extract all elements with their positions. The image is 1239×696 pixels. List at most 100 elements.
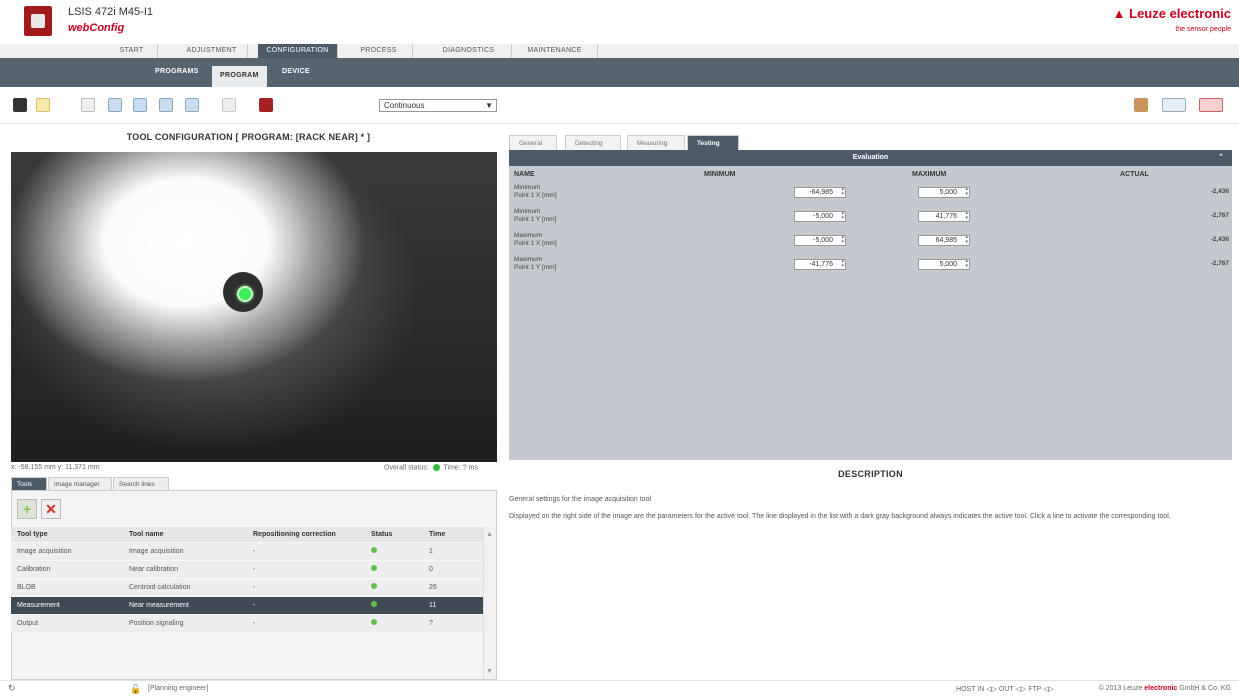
tab-search-lines[interactable]: Search lines (113, 477, 169, 490)
actual-value: -2,767 (1210, 260, 1229, 267)
scroll-down-icon[interactable]: ▼ (486, 668, 493, 675)
camera-icon[interactable] (13, 98, 27, 112)
table-row[interactable]: Image acquisition Image acquisition - 1 (11, 541, 483, 560)
table-row-selected[interactable]: Measurement Near measurement - 11 (11, 595, 483, 614)
tool-name-cell: Centroid calculation (123, 577, 247, 596)
tool-type-cell: Measurement (11, 595, 123, 614)
link-icon[interactable] (222, 98, 236, 112)
status-ok-icon (371, 547, 377, 553)
subnav-program[interactable]: PROGRAM (212, 66, 267, 87)
evaluation-table-header: NAME MINIMUM MAXIMUM ACTUAL (509, 168, 1232, 180)
play-icon[interactable] (36, 98, 50, 112)
tools-table-header: Tool type Tool name Repositioning correc… (11, 527, 483, 542)
maximum-spinbox[interactable]: 5,000 (918, 186, 970, 198)
centroid-marker[interactable] (223, 272, 263, 312)
tool-name-cell: Near calibration (123, 559, 247, 578)
evaluation-row: MinimumPoint 1 Y [mm] -5,000 41,776 -2,7… (509, 204, 1232, 228)
minimum-spinbox[interactable]: -5,000 (794, 234, 846, 246)
hand-icon[interactable] (81, 98, 95, 112)
acquisition-mode-select[interactable]: Continuous ▼ (379, 99, 497, 112)
maximum-cell: 64,985 (907, 228, 1115, 252)
status-cell (365, 559, 423, 578)
add-view-icon[interactable] (1199, 98, 1223, 112)
tab-detecting[interactable]: Detecting (565, 135, 621, 150)
tab-image-manager[interactable]: Image manager (48, 477, 112, 490)
minimum-spinbox[interactable]: -64,985 (794, 186, 846, 198)
nav-tab-diagnostics[interactable]: DIAGNOSTICS (426, 44, 512, 58)
nav-tab-adjustment[interactable]: ADJUSTMENT (176, 44, 248, 58)
status-ok-icon (371, 583, 377, 589)
tab-general[interactable]: General (509, 135, 557, 150)
minimum-cell: -41,776 (699, 252, 907, 276)
maximum-spinbox[interactable]: 64,985 (918, 234, 970, 246)
evaluation-row: MaximumPoint 1 Y [mm] -41,776 5,000 -2,7… (509, 252, 1232, 276)
subnav-device[interactable]: DEVICE (282, 68, 310, 75)
camera-image[interactable] (11, 152, 497, 462)
status-cell (365, 595, 423, 614)
table-row[interactable]: BLOB Centroid calculation - 26 (11, 577, 483, 596)
status-ok-icon (432, 464, 440, 471)
app-subtitle: webConfig (68, 22, 125, 34)
status-bar: ↻ 🔓 [Planning engineer] HOST IN ◁▷ OUT ◁… (0, 680, 1239, 696)
collapse-icon[interactable]: ⌃ (1218, 150, 1224, 166)
copyright: © 2013 Leuze electronic GmbH & Co. KG (1099, 685, 1231, 692)
chevron-down-icon: ▼ (485, 101, 493, 110)
maximum-spinbox[interactable]: 5,000 (918, 258, 970, 270)
tool-type-cell: Calibration (11, 559, 123, 578)
criterion-name: Maximum Point 1 X [mm] (509, 228, 699, 252)
refresh-icon[interactable]: ↻ (8, 683, 16, 694)
evaluation-title: Evaluation (852, 154, 889, 161)
delete-tool-button[interactable]: ✕ (41, 499, 61, 519)
evaluation-row: MinimumPoint 1 X [mm] -64,985 5,000 -2,4… (509, 180, 1232, 204)
status-cell (365, 613, 423, 632)
nav-tab-maintenance[interactable]: MAINTENANCE (512, 44, 598, 58)
user-icon[interactable] (1134, 98, 1148, 112)
tools-scrollbar[interactable]: ▲ ▼ (483, 527, 496, 679)
status-cell (365, 577, 423, 596)
subnav-programs[interactable]: PROGRAMS (155, 68, 199, 75)
status-ok-icon (371, 565, 377, 571)
zoom-actual-icon[interactable] (185, 98, 199, 112)
zoom-out-icon[interactable] (133, 98, 147, 112)
copyright-suffix: GmbH & Co. KG (1177, 685, 1231, 692)
nav-tab-start[interactable]: START (106, 44, 158, 58)
criterion-kind: Maximum (514, 256, 543, 263)
description-title: DESCRIPTION (838, 469, 903, 479)
table-row[interactable]: Calibration Near calibration - 0 (11, 559, 483, 578)
minimum-spinbox[interactable]: -41,776 (794, 258, 846, 270)
zoom-in-icon[interactable] (108, 98, 122, 112)
actual-value: -2,767 (1210, 212, 1229, 219)
col-time[interactable]: Time (423, 527, 483, 542)
nav-tab-process[interactable]: PROCESS (345, 44, 413, 58)
tool-type-cell: Image acquisition (11, 541, 123, 560)
actual-value: -2,436 (1210, 188, 1229, 195)
scroll-up-icon[interactable]: ▲ (486, 531, 493, 538)
sensor-logo-icon (24, 6, 52, 36)
criterion-param: Point 1 Y [mm] (514, 216, 557, 223)
col-status[interactable]: Status (365, 527, 423, 542)
evaluation-row: MaximumPoint 1 X [mm] -5,000 64,985 -2,4… (509, 228, 1232, 252)
tab-measuring[interactable]: Measuring (627, 135, 685, 150)
maximum-spinbox[interactable]: 41,776 (918, 210, 970, 222)
criterion-name: Maximum Point 1 Y [mm] (509, 252, 699, 276)
col-tool-type[interactable]: Tool type (11, 527, 123, 542)
time-cell: 1 (423, 541, 483, 560)
connection-status: HOST IN ◁▷ OUT ◁▷ FTP ◁▷ (956, 686, 1055, 693)
lock-icon[interactable]: 🔓 (130, 684, 141, 694)
col-repositioning[interactable]: Repositioning correction (247, 527, 365, 542)
nav-tab-configuration[interactable]: CONFIGURATION (258, 44, 338, 58)
tab-tools[interactable]: Tools (11, 477, 47, 490)
layout-icon[interactable] (1162, 98, 1186, 112)
tab-testing[interactable]: Testing (687, 135, 739, 150)
add-tool-button[interactable]: + (17, 499, 37, 519)
settings-icon[interactable] (259, 98, 273, 112)
table-row[interactable]: Output Position signaling - ? (11, 613, 483, 632)
app-header: LSIS 472i M45-I1 webConfig ▲ Leuze elect… (0, 0, 1239, 44)
criterion-kind: Minimum (514, 208, 541, 215)
minimum-cell: -5,000 (699, 228, 907, 252)
maximum-cell: 5,000 (907, 180, 1115, 204)
evaluation-header[interactable]: Evaluation ⌃ (509, 150, 1232, 166)
col-tool-name[interactable]: Tool name (123, 527, 247, 542)
zoom-fit-icon[interactable] (159, 98, 173, 112)
minimum-spinbox[interactable]: -5,000 (794, 210, 846, 222)
